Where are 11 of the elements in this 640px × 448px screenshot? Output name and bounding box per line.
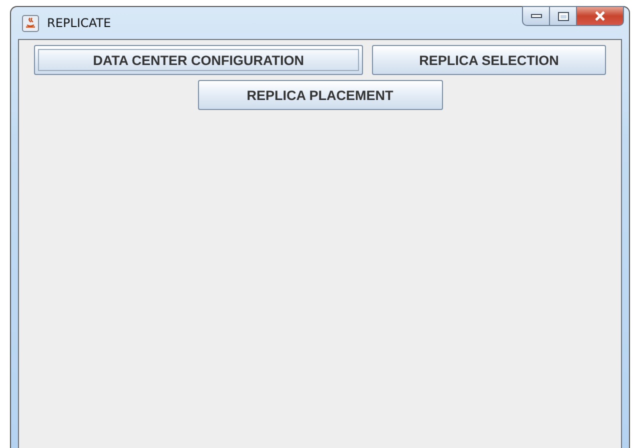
app-icon <box>22 14 39 32</box>
maximize-button[interactable] <box>549 6 577 26</box>
close-icon <box>594 11 606 21</box>
minimize-button[interactable] <box>522 6 550 26</box>
command-button[interactable]: REPLICA PLACEMENT <box>198 80 442 110</box>
maximize-icon <box>558 12 568 20</box>
window-title: REPLICATE <box>47 16 111 30</box>
command-button[interactable]: REPLICA SELECTION <box>372 45 606 75</box>
close-button[interactable] <box>576 6 624 26</box>
minimize-icon <box>530 14 542 18</box>
command-button[interactable]: DATA CENTER CONFIGURATION <box>34 45 363 75</box>
